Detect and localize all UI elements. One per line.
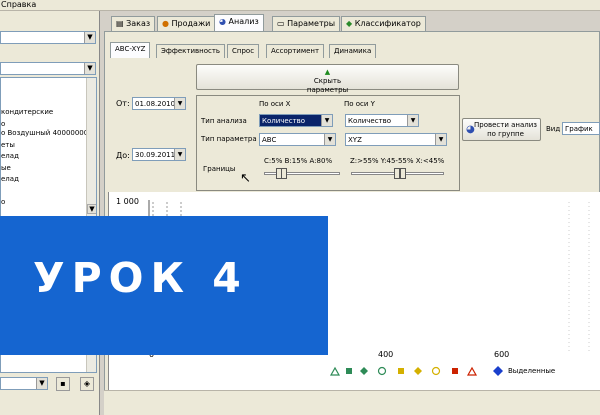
x-analysis-value: Количество <box>262 117 306 125</box>
chevron-down-icon[interactable]: ▼ <box>84 32 95 43</box>
tree-item[interactable]: ые <box>1 164 11 172</box>
y-axis-header: По оси Y <box>344 100 375 108</box>
filter-icon[interactable]: ◈ <box>80 377 94 391</box>
y-param-value: XYZ <box>348 136 362 144</box>
to-label: До: <box>116 151 130 160</box>
y-slider-thumb-2[interactable] <box>400 168 406 179</box>
legend-marker-selected <box>493 366 503 376</box>
y-analysis-select[interactable]: Количество ▼ <box>345 114 419 127</box>
chevron-down-icon[interactable]: ▼ <box>84 63 95 74</box>
tab-analysis[interactable]: ◕ Анализ <box>214 14 264 32</box>
tab-classifier[interactable]: ◆ Классификатор <box>341 16 426 31</box>
tree-item[interactable]: о <box>1 120 5 128</box>
legend-marker-triangle <box>329 366 341 376</box>
chevron-down-icon[interactable]: ▼ <box>435 134 446 145</box>
analysis-pie-icon: ◕ <box>219 17 229 26</box>
x-tick-600: 600 <box>494 350 510 359</box>
tab-label: Продажи <box>171 19 211 28</box>
run-analysis-label: Провести анализ <box>473 121 538 129</box>
legend-marker-diamond <box>414 367 422 375</box>
to-date-field[interactable]: 30.09.2011 ▼ <box>132 148 186 161</box>
x-analysis-select[interactable]: Количество ▼ <box>259 114 333 127</box>
tree-item[interactable]: елад <box>1 175 19 183</box>
x-slider-thumb-2[interactable] <box>281 168 287 179</box>
tab-sales[interactable]: ● Продажи <box>157 16 216 31</box>
analysis-type-label: Тип анализа <box>201 117 247 125</box>
classifier-icon: ◆ <box>346 19 355 28</box>
chevron-down-icon[interactable]: ▼ <box>174 98 185 109</box>
lesson-banner-title: УРОК 4 <box>33 254 248 302</box>
x-bounds-text: C:5% B:15% A:80% <box>264 157 333 165</box>
from-label: От: <box>116 99 130 108</box>
subtab-efficiency[interactable]: Эффективность <box>156 44 226 58</box>
x-axis-header: По оси X <box>259 100 291 108</box>
tab-label: Параметры <box>287 19 336 28</box>
x-param-value: ABC <box>262 136 277 144</box>
x-tick-400: 400 <box>378 350 394 359</box>
from-date-value: 01.08.2010 <box>135 100 176 108</box>
chart-legend <box>326 365 526 377</box>
chevron-down-icon[interactable]: ▼ <box>321 115 332 126</box>
chevron-down-icon[interactable]: ▼ <box>324 134 335 145</box>
hide-params-label: параметры <box>306 86 349 94</box>
group-combo[interactable]: ▼ <box>0 31 96 44</box>
run-analysis-label: по группе <box>487 130 524 138</box>
subtab-demand[interactable]: Спрос <box>227 44 260 58</box>
y-param-select[interactable]: XYZ ▼ <box>345 133 447 146</box>
view-label: Вид <box>546 125 561 133</box>
mouse-cursor-icon: ↖ <box>240 171 251 186</box>
param-type-label: Тип параметра <box>201 135 257 143</box>
subtab-abc-xyz[interactable]: ABC-XYZ <box>110 42 151 58</box>
hide-params-icon: ▲ <box>324 68 331 76</box>
lesson-banner: УРОК 4 <box>0 216 328 355</box>
to-date-value: 30.09.2011 <box>135 151 176 159</box>
view-select[interactable]: График <box>562 122 600 135</box>
tab-order[interactable]: ▤ Заказ <box>111 16 156 31</box>
legend-marker-circle <box>431 366 441 376</box>
bottom-combo[interactable]: ▼ <box>0 377 48 390</box>
legend-marker-square <box>398 368 404 374</box>
tree-item[interactable]: елад <box>1 152 19 160</box>
menu-help[interactable]: Справка <box>1 0 36 9</box>
legend-selected-label: Выделенные <box>508 367 556 375</box>
tab-label: Заказ <box>126 19 151 28</box>
subtab-assortment[interactable]: Ассортимент <box>266 44 325 58</box>
tree-item[interactable]: кондитерские <box>1 108 53 116</box>
tree-item[interactable]: еты <box>1 141 15 149</box>
hide-params-label: Скрыть <box>313 77 342 85</box>
view-value: График <box>565 125 593 133</box>
y-analysis-value: Количество <box>348 117 392 125</box>
from-date-field[interactable]: 01.08.2010 ▼ <box>132 97 186 110</box>
save-icon[interactable]: ▪ <box>56 377 70 391</box>
analysis-pie-icon: ◕ <box>466 124 475 135</box>
legend-markers <box>329 366 503 376</box>
y-tick-top: 1 000 <box>116 197 139 206</box>
legend-marker-square <box>346 368 352 374</box>
menu-bar: Справка <box>0 0 600 11</box>
subtab-dynamics[interactable]: Динамика <box>329 44 377 58</box>
legend-marker-triangle <box>466 366 478 376</box>
legend-marker-circle <box>377 366 387 376</box>
filter-combo[interactable]: ▼ <box>0 62 96 75</box>
legend-marker-diamond <box>360 367 368 375</box>
clipboard-icon: ▤ <box>116 19 127 28</box>
tree-item[interactable]: о <box>1 198 5 206</box>
bounds-label: Границы <box>203 165 236 173</box>
tab-label: Анализ <box>228 17 259 26</box>
parameters-icon: ▭ <box>277 19 288 28</box>
tab-label: Классификатор <box>354 19 421 28</box>
y-bounds-text: Z:>55% Y:45-55% X:<45% <box>350 157 445 165</box>
bottom-strip <box>104 390 600 415</box>
chevron-down-icon[interactable]: ▼ <box>36 378 47 389</box>
sales-icon: ● <box>162 19 172 28</box>
legend-marker-square <box>452 368 458 374</box>
scroll-down-icon[interactable]: ▼ <box>87 204 96 214</box>
hide-params-button[interactable]: ▲ Скрыть параметры <box>196 64 459 94</box>
run-analysis-button[interactable]: ◕ Провести анализ по группе <box>462 118 541 141</box>
chevron-down-icon[interactable]: ▼ <box>407 115 418 126</box>
tab-parameters[interactable]: ▭ Параметры <box>272 16 341 31</box>
chevron-down-icon[interactable]: ▼ <box>174 149 185 160</box>
x-param-select[interactable]: ABC ▼ <box>259 133 336 146</box>
tree-item[interactable]: о Воздушный 4000000000 <box>1 129 96 137</box>
